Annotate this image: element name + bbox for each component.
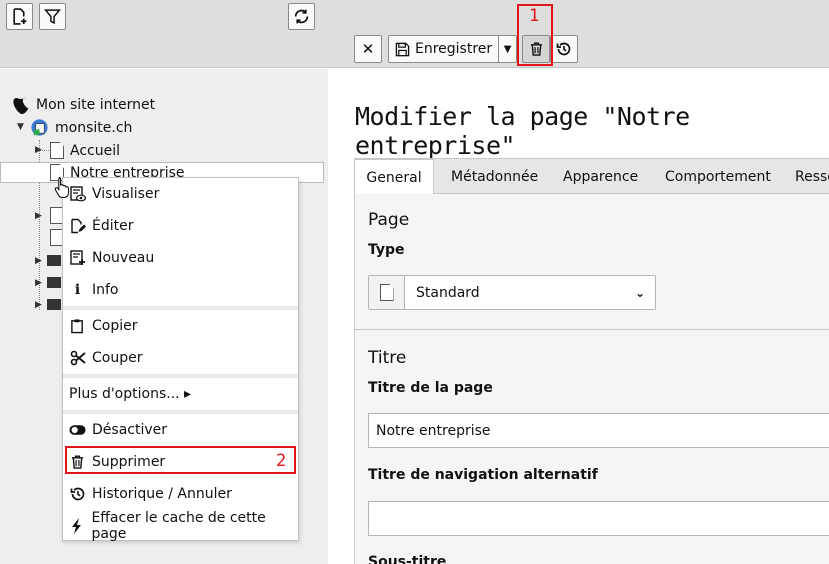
- globe-site-icon: [31, 119, 48, 136]
- annotation-number-2: 2: [276, 451, 287, 471]
- expand-toggle-icon[interactable]: ▶: [35, 211, 42, 221]
- type-label: Type: [368, 242, 405, 258]
- info-icon: i: [74, 282, 81, 298]
- annotation-number-1: 1: [529, 6, 540, 26]
- copy-icon: [69, 318, 86, 335]
- new-icon: [69, 250, 86, 267]
- menu-item-label: Effacer le cache de cette page: [91, 510, 266, 542]
- menu-item-visualiser[interactable]: Visualiser: [63, 178, 298, 210]
- refresh-button[interactable]: [288, 3, 315, 30]
- menu-item-label: Info: [92, 282, 119, 298]
- tree-site-label: monsite.ch: [55, 119, 133, 136]
- tab-bar: General Métadonnée Apparence Comportemen…: [354, 158, 829, 195]
- hand-cursor-icon: [54, 176, 70, 198]
- folder-icon: [47, 277, 61, 288]
- nav-title-input[interactable]: [368, 501, 829, 536]
- menu-item-nouveau[interactable]: Nouveau: [63, 242, 298, 274]
- tab-metadonnee[interactable]: Métadonnée: [451, 159, 538, 194]
- annotation-box-2: [65, 446, 296, 474]
- tree-root-label: Mon site internet: [36, 97, 156, 113]
- save-dropdown-caret[interactable]: ▼: [499, 36, 516, 62]
- page-title: Modifier la page "Notre entreprise": [355, 102, 690, 160]
- section-title-titre: Titre: [368, 348, 407, 368]
- context-menu: Visualiser Éditer Nouveau i Info Copier …: [62, 177, 299, 542]
- menu-item-label: Nouveau: [92, 250, 155, 266]
- toggle-icon: [69, 422, 86, 439]
- expand-toggle-icon[interactable]: ▶: [35, 300, 42, 310]
- save-label: Enregistrer: [415, 41, 493, 57]
- history-icon: [556, 42, 571, 56]
- menu-item-copier[interactable]: Copier: [63, 310, 298, 342]
- save-split-button[interactable]: Enregistrer ▼: [388, 35, 517, 63]
- filter-button[interactable]: [39, 3, 66, 30]
- menu-item-clear-cache[interactable]: Effacer le cache de cette page: [63, 510, 298, 542]
- page-title-input[interactable]: Notre entreprise: [368, 413, 829, 448]
- page-type-icon: [369, 276, 405, 309]
- tree-node-home[interactable]: Accueil: [50, 142, 120, 159]
- menu-item-historique[interactable]: Historique / Annuler: [63, 478, 298, 510]
- menu-item-label: Historique / Annuler: [92, 486, 232, 502]
- tab-comportement[interactable]: Comportement: [665, 159, 771, 194]
- menu-item-label: Désactiver: [92, 422, 167, 438]
- typo3-logo-icon: [13, 97, 29, 114]
- refresh-icon: [294, 9, 309, 24]
- menu-item-desactiver[interactable]: Désactiver: [63, 414, 298, 446]
- tab-general[interactable]: General: [354, 159, 434, 195]
- menu-item-label: Éditer: [92, 218, 134, 234]
- folder-icon: [47, 299, 61, 310]
- floppy-icon: [395, 42, 410, 56]
- expand-toggle-icon[interactable]: ▶: [35, 256, 42, 266]
- close-icon: ✕: [361, 40, 375, 58]
- nav-title-label: Titre de navigation alternatif: [368, 467, 598, 483]
- new-page-button[interactable]: [6, 3, 33, 30]
- page-title-label: Titre de la page: [368, 380, 493, 396]
- filter-icon: [44, 9, 61, 25]
- history-icon: [69, 486, 86, 503]
- menu-item-label: Plus d'options... ▸: [69, 386, 192, 402]
- new-page-icon: [13, 8, 27, 25]
- subtitle-label: Sous-titre: [368, 554, 447, 564]
- edit-icon: [69, 218, 86, 235]
- menu-item-more-options[interactable]: Plus d'options... ▸: [63, 378, 298, 410]
- history-button[interactable]: [550, 35, 578, 63]
- tree-node-label: Accueil: [70, 142, 120, 159]
- tree-site-node[interactable]: monsite.ch: [30, 118, 132, 137]
- folder-icon: [47, 255, 61, 266]
- save-button[interactable]: Enregistrer: [389, 36, 500, 62]
- menu-item-couper[interactable]: Couper: [63, 342, 298, 374]
- close-button[interactable]: ✕: [354, 35, 382, 63]
- cut-icon: [69, 350, 86, 367]
- section-title-page: Page: [368, 210, 410, 230]
- expand-toggle-icon[interactable]: ▼: [17, 122, 24, 132]
- expand-toggle-icon[interactable]: ▶: [35, 145, 42, 155]
- menu-item-editer[interactable]: Éditer: [63, 210, 298, 242]
- bolt-icon: [69, 518, 85, 535]
- chevron-down-icon: ⌄: [634, 285, 646, 300]
- page-icon: [50, 142, 64, 159]
- tree-toolbar: [0, 0, 328, 68]
- menu-item-label: Copier: [92, 318, 138, 334]
- expand-toggle-icon[interactable]: ▶: [35, 278, 42, 288]
- menu-item-info[interactable]: i Info: [63, 274, 298, 306]
- menu-item-label: Couper: [92, 350, 143, 366]
- tree-root[interactable]: Mon site internet: [12, 96, 155, 114]
- menu-item-label: Visualiser: [92, 186, 160, 202]
- type-select-value: Standard: [416, 284, 480, 301]
- type-select[interactable]: Standard ⌄: [368, 275, 656, 310]
- section-divider: [354, 329, 829, 330]
- tab-ressources[interactable]: Resso: [795, 159, 829, 194]
- tab-apparence[interactable]: Apparence: [563, 159, 638, 194]
